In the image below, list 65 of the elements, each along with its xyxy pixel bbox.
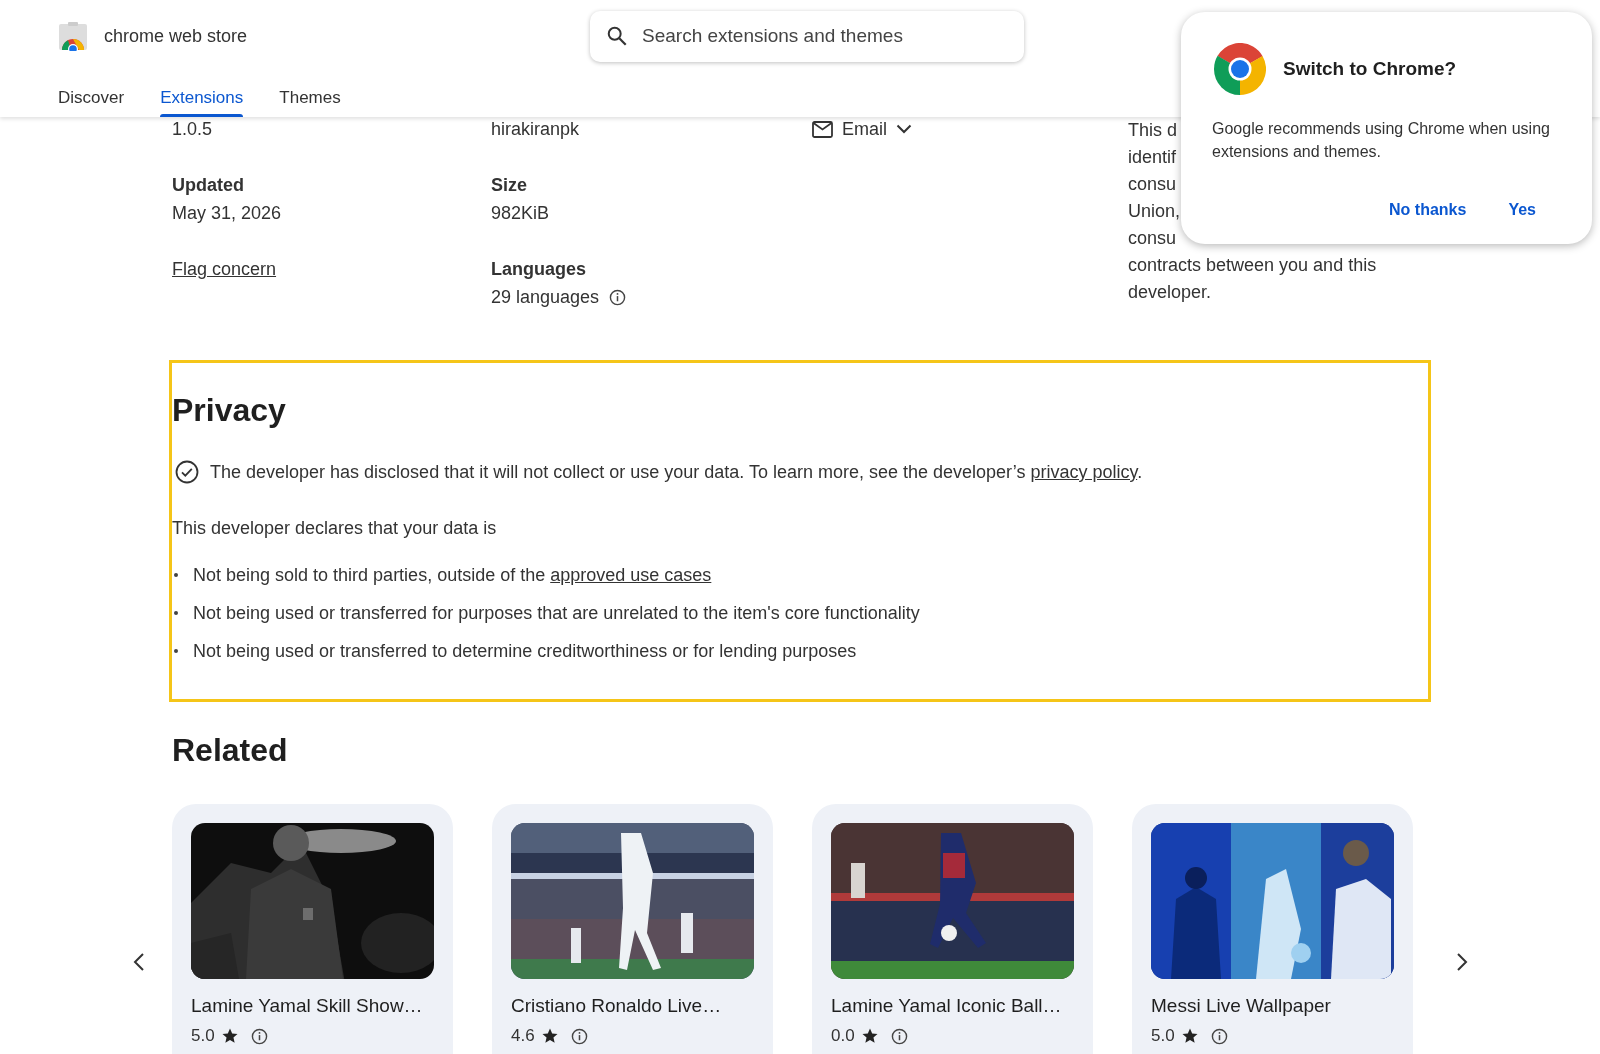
star-icon xyxy=(220,1027,239,1045)
info-icon xyxy=(1210,1027,1228,1045)
nav-tab[interactable]: Extensions xyxy=(160,72,244,117)
check-circle-icon xyxy=(175,460,199,484)
developer-name: hirakiranpk xyxy=(491,118,580,141)
notice-text: identif xyxy=(1128,146,1177,169)
updated-date: May 31, 2026 xyxy=(172,202,282,225)
info-icon xyxy=(609,288,627,306)
star-icon xyxy=(540,1027,559,1045)
rating-value: 5.0 xyxy=(191,1025,215,1047)
store-logo-icon xyxy=(58,21,88,51)
section-heading: Privacy xyxy=(172,391,287,430)
languages-count: 29 languages xyxy=(491,286,600,309)
bullet-dot xyxy=(174,611,178,615)
section-heading: Related xyxy=(172,731,289,770)
rating-value: 4.6 xyxy=(511,1025,535,1047)
store-name: chrome web store xyxy=(104,25,248,47)
extension-card[interactable]: Lamine Yamal Skill Show… 5.0 xyxy=(172,804,453,1054)
approved-use-cases-link[interactable]: approved use cases xyxy=(550,565,712,585)
card-title: Cristiano Ronaldo Live… xyxy=(511,994,723,1018)
extension-card[interactable]: Cristiano Ronaldo Live… 4.6 xyxy=(492,804,773,1054)
dialog-message: Google recommends using Chrome when using extensions and themes. xyxy=(1212,119,1551,162)
notice-text: consu xyxy=(1128,227,1177,250)
rating-value: 5.0 xyxy=(1151,1025,1175,1047)
disclosure-text: The developer has disclosed that it will not collect or use your data. To learn more, see the developer’s privacy policy. xyxy=(210,461,1143,484)
search-field[interactable]: Search extensions and themes xyxy=(642,16,982,56)
info-icon xyxy=(570,1027,588,1045)
email-dropdown[interactable]: Email xyxy=(812,117,912,141)
notice-text: contracts between you and this xyxy=(1128,254,1377,277)
info-icon xyxy=(890,1027,908,1045)
info-icon xyxy=(250,1027,268,1045)
yes-button[interactable]: Yes xyxy=(1498,195,1546,225)
mail-icon xyxy=(812,120,833,138)
updated-label: Updated xyxy=(172,174,244,197)
flag-concern-link[interactable]: Flag concern xyxy=(172,255,277,283)
size-label: Size xyxy=(491,174,528,197)
nav-tab[interactable]: Discover xyxy=(58,72,125,117)
notice-text: Union, xyxy=(1128,200,1181,223)
card-title: Lamine Yamal Iconic Ball… xyxy=(831,994,1063,1018)
search-icon xyxy=(606,25,628,47)
no-thanks-button[interactable]: No thanks xyxy=(1379,195,1477,225)
notice-text: developer. xyxy=(1128,281,1212,304)
chevron-down-icon xyxy=(896,124,912,134)
card-title: Messi Live Wallpaper xyxy=(1151,994,1332,1018)
card-title: Lamine Yamal Skill Show… xyxy=(191,994,424,1018)
dialog-title: Switch to Chrome? xyxy=(1283,58,1457,80)
bullet-text: Not being used or transferred to determine creditworthiness or for lending purposes xyxy=(193,640,857,663)
privacy-policy-link[interactable]: privacy policy xyxy=(1030,462,1138,482)
nav-tab[interactable]: Themes xyxy=(279,72,341,117)
version-text: 1.0.5 xyxy=(172,118,213,141)
chrome-logo-icon xyxy=(1214,43,1266,95)
notice-text: consu xyxy=(1128,173,1177,196)
star-icon xyxy=(1180,1027,1199,1045)
languages-label: Languages xyxy=(491,258,587,281)
notice-text: This d xyxy=(1128,119,1178,142)
rating-value: 0.0 xyxy=(831,1025,855,1047)
bullet-dot xyxy=(174,649,178,653)
extension-card[interactable]: Lamine Yamal Iconic Ball… 0.0 xyxy=(812,804,1093,1054)
star-icon xyxy=(860,1027,879,1045)
declaration-text: This developer declares that your data is xyxy=(172,517,498,540)
bullet-dot xyxy=(174,573,178,577)
size-value: 982KiB xyxy=(491,202,550,225)
bullet-text: Not being sold to third parties, outside of the approved use cases xyxy=(193,564,712,587)
extension-card[interactable]: Messi Live Wallpaper 5.0 xyxy=(1132,804,1413,1054)
bullet-text: Not being used or transferred for purposes that are unrelated to the item's core functionality xyxy=(193,602,920,625)
